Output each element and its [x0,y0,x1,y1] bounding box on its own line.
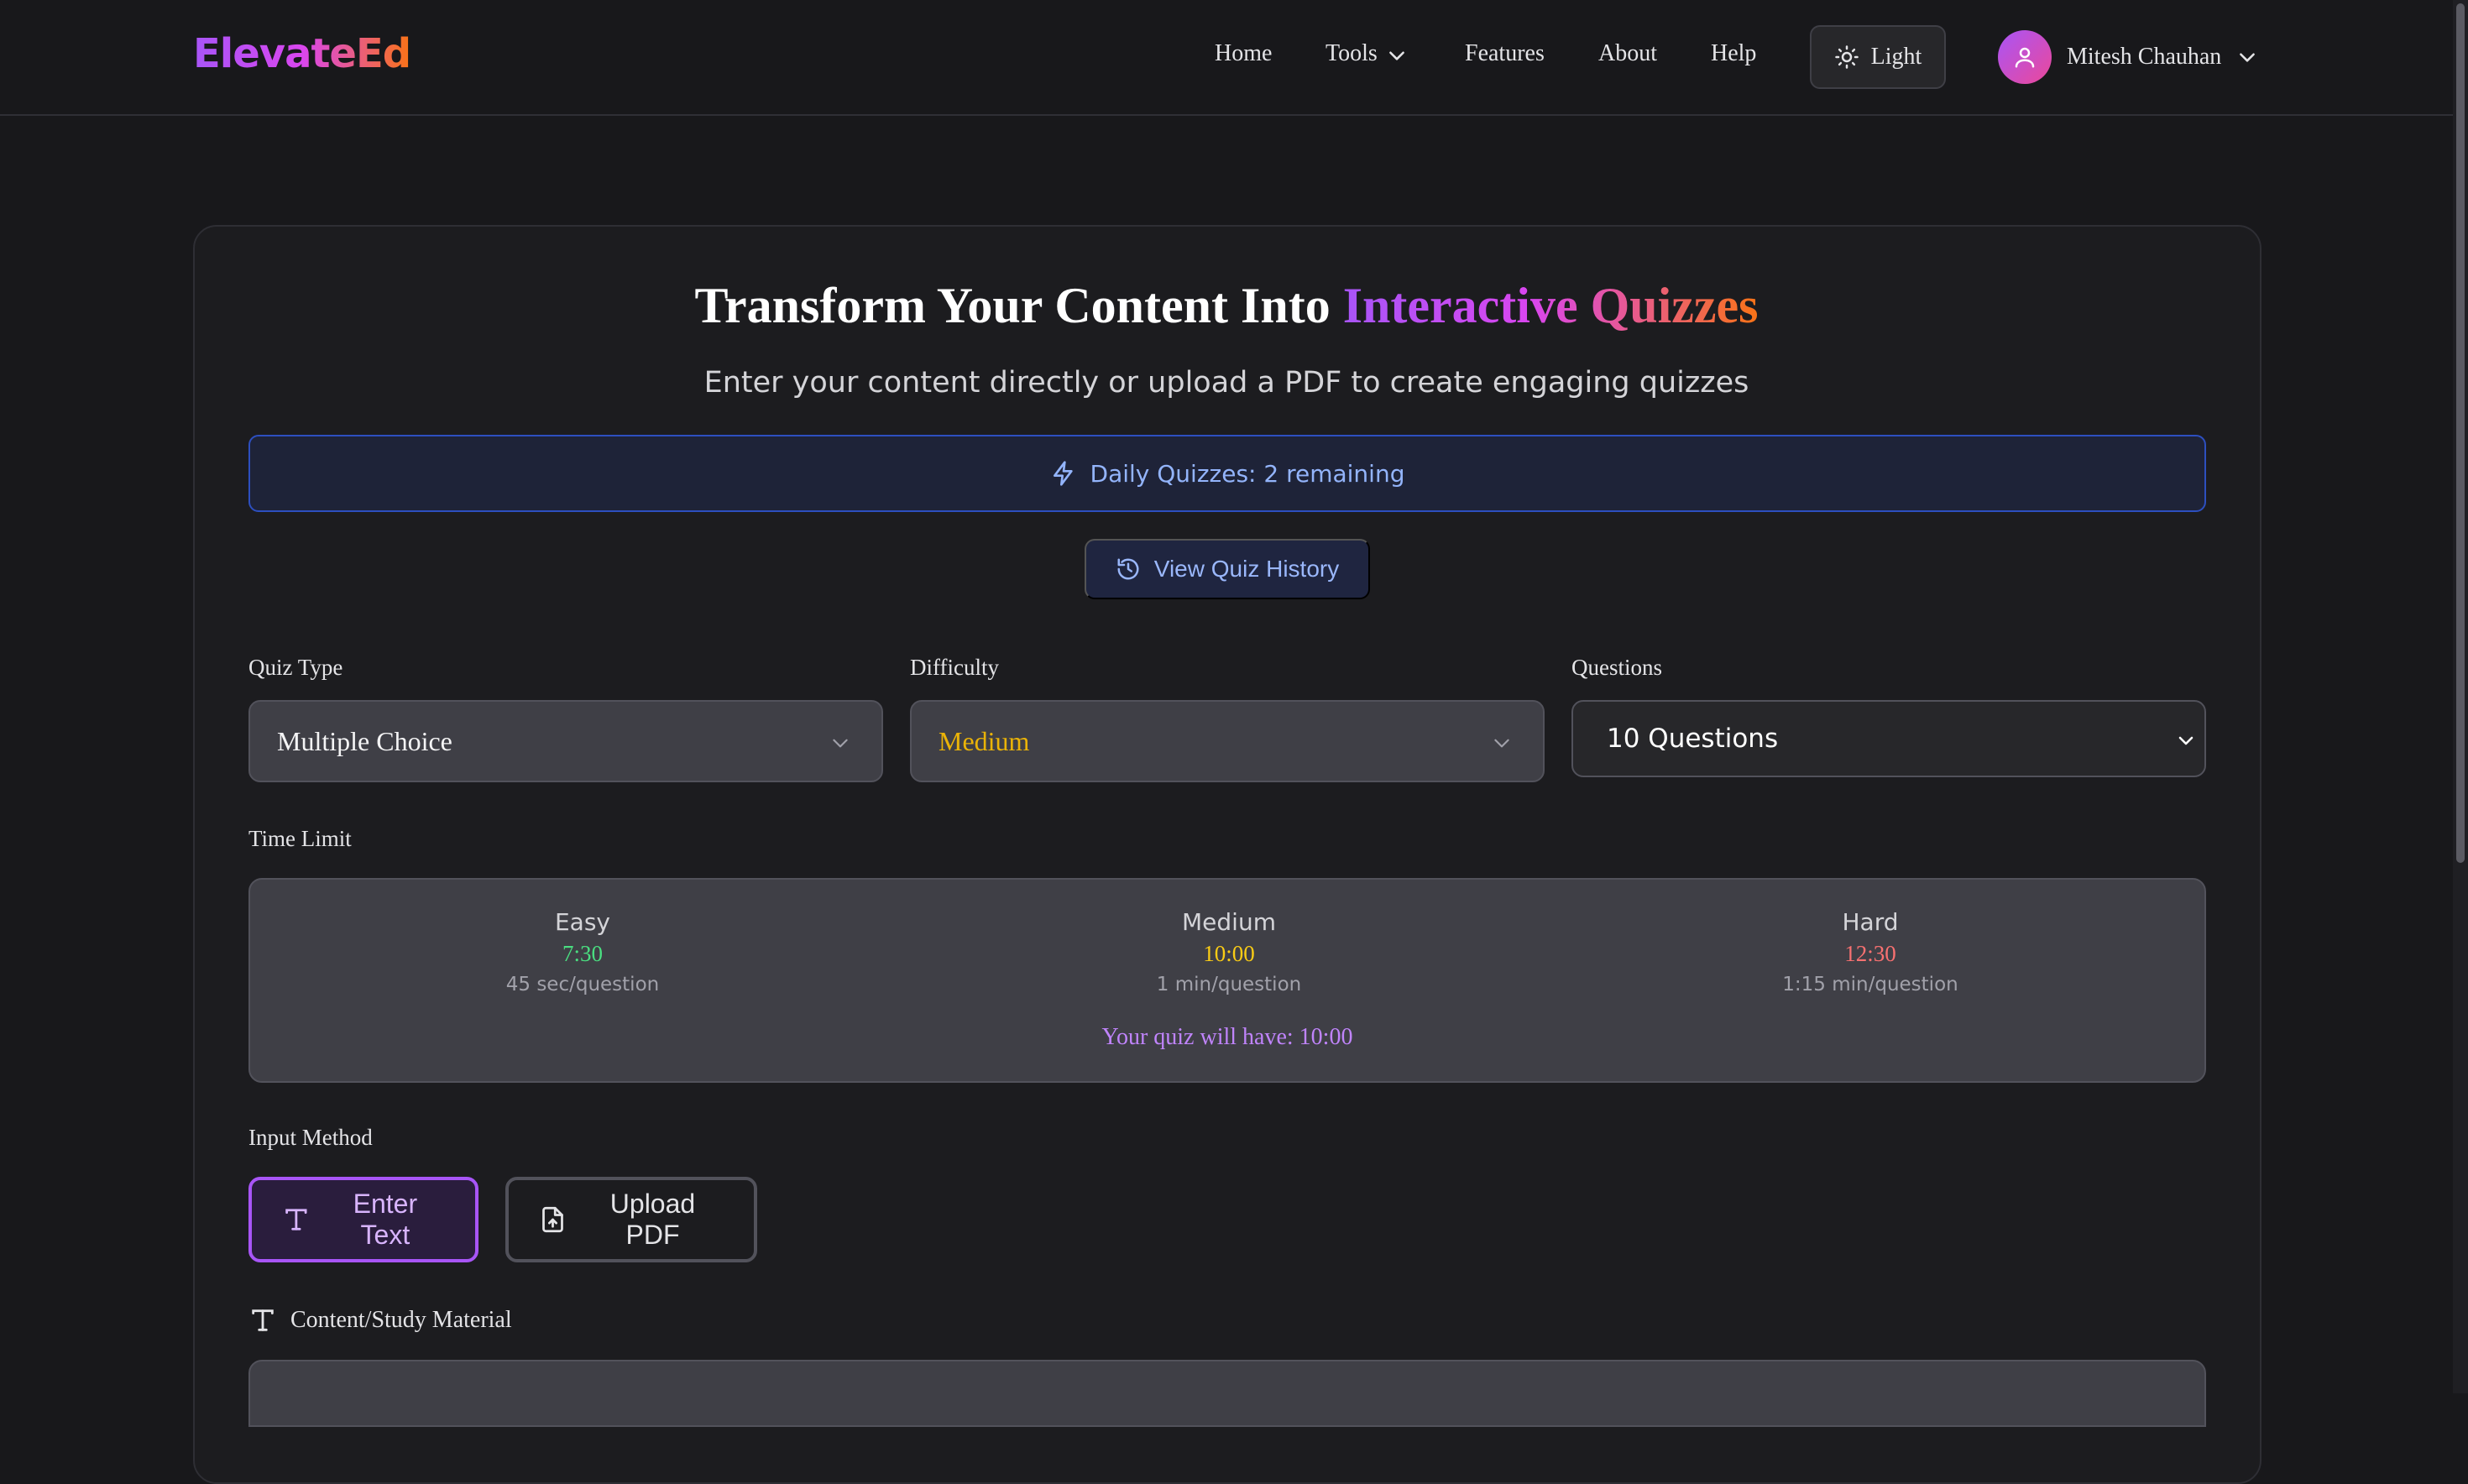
view-quiz-history-button[interactable]: View Quiz History [1085,539,1370,599]
upload-pdf-button[interactable]: Upload PDF [505,1177,757,1262]
questions-value: 10 Questions [1607,724,1779,754]
page-subtitle: Enter your content directly or upload a … [703,366,1749,400]
page-title-highlight: Interactive Quizzes [1342,278,1759,333]
enter-text-button[interactable]: Enter Text [248,1177,478,1262]
difficulty-select[interactable]: Medium [910,700,1545,782]
page-title: Transform Your Content Into Interactive … [0,277,2453,335]
sun-icon [1834,45,1859,69]
top-navbar: ElevateEd Home Tools Features About Help… [0,0,2453,116]
nav-link-features[interactable]: Features [1465,40,1545,67]
input-method-label: Input Method [248,1125,373,1150]
questions-select[interactable]: 10 Questions [1571,700,2206,777]
nav-link-home[interactable]: Home [1215,40,1272,67]
theme-toggle-label: Light [1870,44,1922,70]
nav-link-help[interactable]: Help [1711,40,1756,67]
time-limit-medium: Medium 10:00 1 min/question [1053,908,1405,995]
content-material-label: Content/Study Material [248,1306,512,1335]
time-limit-easy: Easy 7:30 45 sec/question [406,908,759,995]
enter-text-label: Enter Text [353,1189,418,1250]
chevron-down-icon [2240,53,2256,62]
quiz-generator-card [193,225,2261,1484]
page-title-plain: Transform Your Content Into [694,278,1343,333]
time-level-name: Easy [554,908,610,936]
upload-pdf-label: Upload PDF [609,1189,696,1250]
chevron-down-icon [2178,736,2193,745]
difficulty-value: Medium [939,725,1030,756]
time-level-name: Medium [1182,908,1276,936]
time-level-value: 10:00 [1203,941,1255,966]
nav-link-tools[interactable]: Tools [1326,40,1408,67]
text-icon [252,1309,274,1331]
avatar [1998,30,2052,84]
time-level-name: Hard [1842,908,1899,936]
user-name: Mitesh Chauhan [2067,44,2222,70]
daily-quota-banner: Daily Quizzes: 2 remaining [248,435,2206,512]
time-limit-panel: Easy 7:30 45 sec/question Medium 10:00 1… [248,878,2206,1083]
brand-logo[interactable]: ElevateEd [193,30,411,77]
content-material-text: Content/Study Material [290,1307,512,1333]
chevron-down-icon [1388,51,1404,60]
time-limit-label: Time Limit [248,826,352,851]
view-quiz-history-label: View Quiz History [1153,556,1340,582]
time-level-value: 12:30 [1844,941,1896,966]
text-icon [285,1209,307,1231]
chevron-down-icon [1494,739,1509,748]
time-limit-summary: Your quiz will have: 10:00 [1101,1024,1353,1050]
content-textarea[interactable] [248,1360,2206,1427]
user-icon [2015,47,2035,68]
time-level-rate: 1 min/question [1156,974,1302,995]
time-level-rate: 45 sec/question [505,974,660,995]
scrollbar-thumb[interactable] [2456,3,2465,863]
theme-toggle-button[interactable]: Light [1810,25,1946,89]
time-level-rate: 1:15 min/question [1782,974,1958,995]
daily-quota-text: Daily Quizzes: 2 remaining [1090,459,1405,488]
nav-link-about[interactable]: About [1598,40,1657,67]
quiz-type-value: Multiple Choice [277,725,452,756]
chevron-down-icon [833,739,848,748]
lightning-icon [1053,461,1073,486]
time-level-value: 7:30 [562,941,603,966]
quiz-type-label: Quiz Type [248,655,343,680]
user-menu[interactable]: Mitesh Chauhan [1998,29,2258,86]
history-icon [1117,558,1139,580]
questions-label: Questions [1571,655,1662,680]
difficulty-label: Difficulty [910,655,999,680]
time-limit-hard: Hard 12:30 1:15 min/question [1694,908,2047,995]
nav-link-tools-label: Tools [1326,40,1378,66]
quiz-type-select[interactable]: Multiple Choice [248,700,883,782]
file-upload-icon [542,1206,563,1233]
